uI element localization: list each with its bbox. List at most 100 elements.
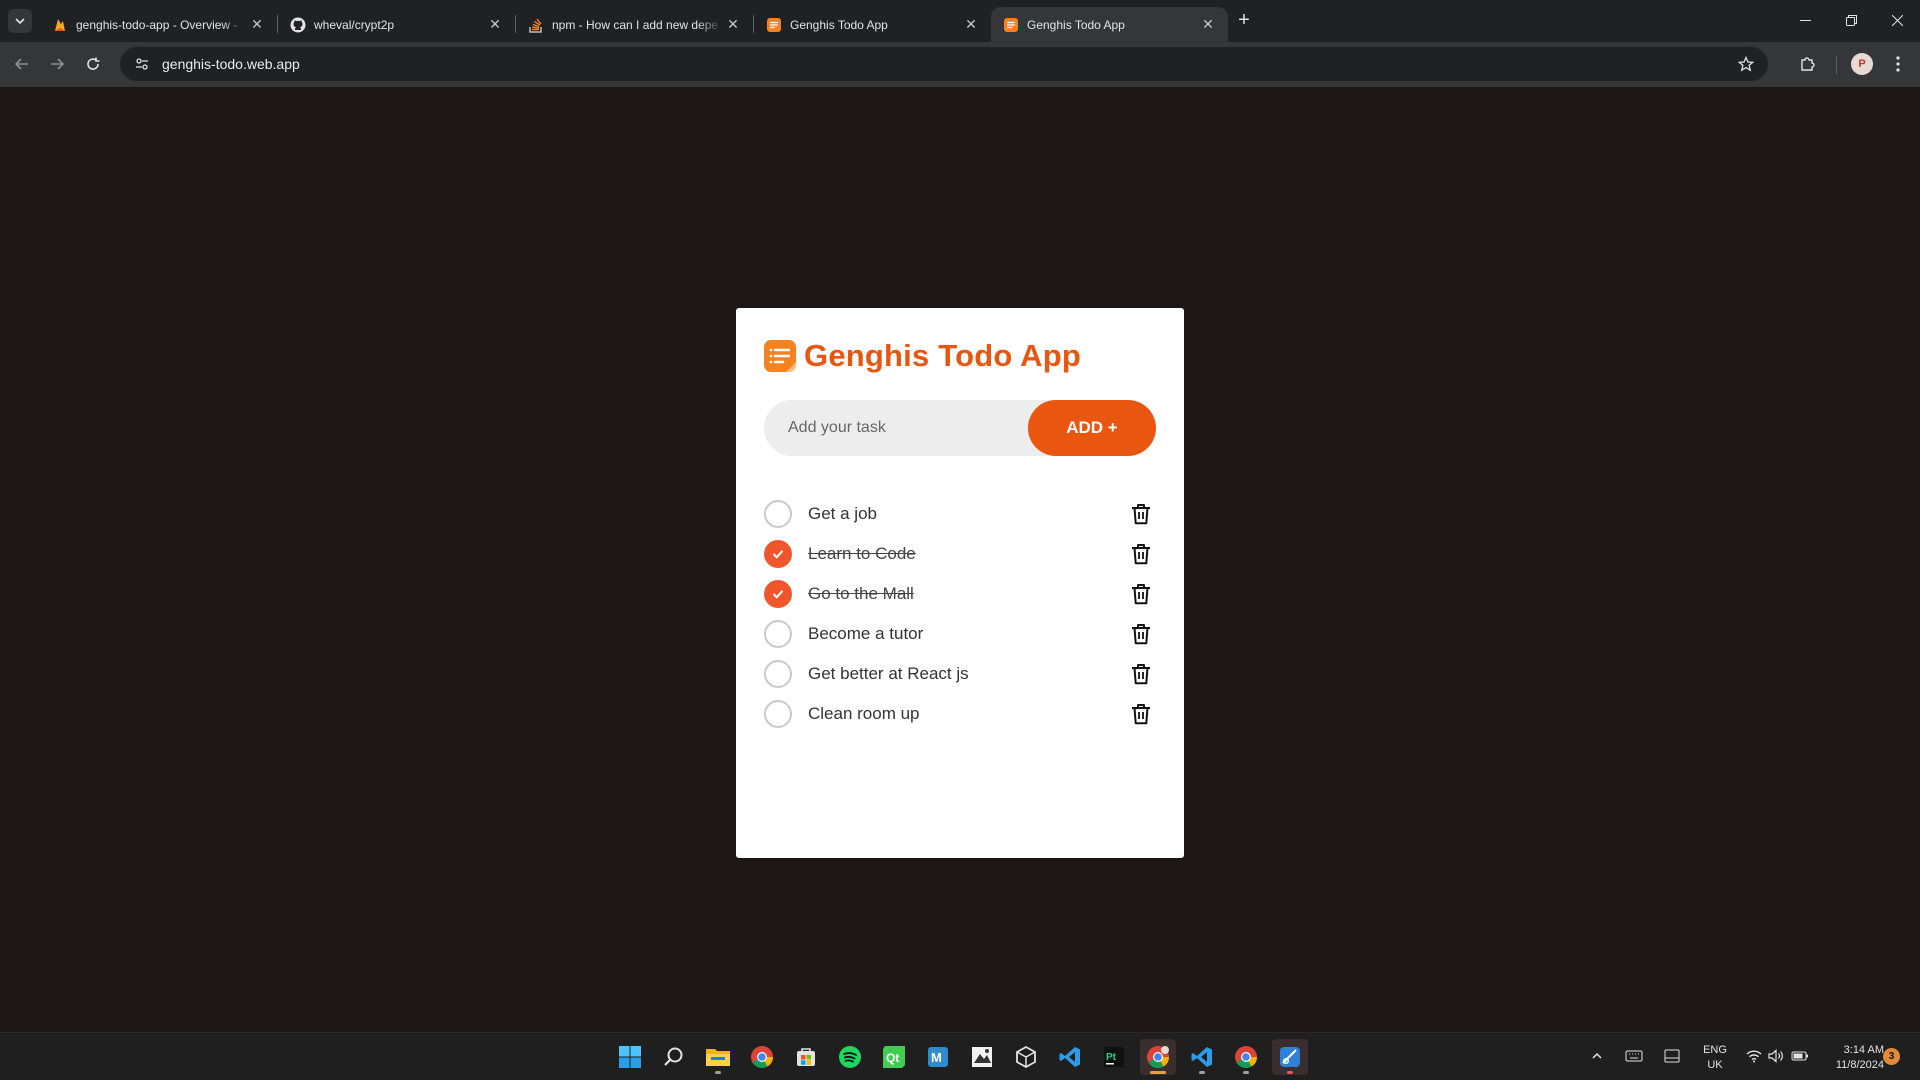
chrome-icon: [1235, 1046, 1257, 1068]
tab-firebase[interactable]: genghis-todo-app - Overview - ✕: [40, 7, 277, 42]
tray-overflow-button[interactable]: [1586, 1045, 1608, 1067]
minimize-button[interactable]: [1782, 0, 1828, 40]
todo-item[interactable]: Get a job: [764, 494, 1156, 534]
tab-todo-app[interactable]: Genghis Todo App ✕: [754, 7, 991, 42]
taskbar-vscode-2[interactable]: [1184, 1039, 1220, 1075]
vscode-icon: [1191, 1047, 1212, 1067]
close-icon[interactable]: ✕: [961, 15, 981, 35]
new-tab-button[interactable]: +: [1232, 8, 1256, 32]
close-icon[interactable]: ✕: [723, 15, 743, 35]
vscode-icon: [1059, 1047, 1080, 1067]
taskbar-unity[interactable]: [1008, 1039, 1044, 1075]
taskbar-chrome-2[interactable]: [1228, 1039, 1264, 1075]
qt-creator-icon: Qt: [883, 1046, 905, 1068]
todo-item[interactable]: Clean room up: [764, 694, 1156, 734]
running-indicator: [715, 1071, 721, 1074]
window-close-button[interactable]: [1874, 0, 1920, 40]
extensions-button[interactable]: [1794, 50, 1822, 78]
menu-button[interactable]: [1884, 50, 1912, 78]
notification-badge[interactable]: 3: [1883, 1048, 1900, 1065]
running-indicator: [1199, 1071, 1205, 1074]
tray-tablet-button[interactable]: [1661, 1045, 1683, 1067]
input-language[interactable]: ENG UK: [1700, 1043, 1730, 1073]
active-indicator: [1150, 1071, 1166, 1074]
tray-battery[interactable]: [1789, 1045, 1811, 1067]
reload-button[interactable]: [79, 50, 107, 78]
close-icon[interactable]: ✕: [485, 15, 505, 35]
checkbox-checked-icon[interactable]: [764, 580, 792, 608]
profile-button[interactable]: P: [1848, 50, 1876, 78]
tray-volume[interactable]: [1765, 1045, 1787, 1067]
close-icon[interactable]: ✕: [247, 15, 267, 35]
tab-stackoverflow[interactable]: npm - How can I add new depe ✕: [516, 7, 753, 42]
taskbar-store[interactable]: [788, 1039, 824, 1075]
todo-app-icon: [766, 17, 782, 33]
tab-title: npm - How can I add new depe: [552, 17, 719, 32]
todo-app-icon: [1003, 17, 1019, 33]
store-icon: [797, 1048, 815, 1066]
pycharm-icon: Pt: [1104, 1047, 1124, 1067]
address-bar[interactable]: genghis-todo.web.app: [120, 47, 1768, 81]
tab-github[interactable]: wheval/crypt2p ✕: [278, 7, 515, 42]
trash-icon[interactable]: [1129, 662, 1153, 686]
todo-text[interactable]: Learn to Code: [808, 544, 1129, 564]
bookmark-star-icon[interactable]: [1736, 54, 1756, 74]
todo-item[interactable]: Become a tutor: [764, 614, 1156, 654]
start-button[interactable]: [612, 1039, 648, 1075]
trash-icon[interactable]: [1129, 622, 1153, 646]
database-app-icon: M: [928, 1047, 948, 1067]
arrow-right-icon: [51, 58, 65, 70]
trash-icon[interactable]: [1129, 702, 1153, 726]
taskbar-mysql[interactable]: M: [920, 1039, 956, 1075]
taskbar-chrome-dev[interactable]: [1140, 1039, 1176, 1075]
taskbar-qt[interactable]: Qt: [876, 1039, 912, 1075]
task-input[interactable]: [764, 400, 1054, 456]
system-clock[interactable]: 3:14 AM 11/8/2024: [1818, 1043, 1884, 1073]
checkbox-unchecked-icon[interactable]: [764, 660, 792, 688]
taskbar-pycharm[interactable]: Pt: [1096, 1039, 1132, 1075]
taskbar-inkscape[interactable]: [964, 1039, 1000, 1075]
forward-button[interactable]: [43, 50, 71, 78]
search-button[interactable]: [656, 1039, 692, 1075]
more-vert-icon: [1896, 56, 1900, 72]
checkbox-unchecked-icon[interactable]: [764, 500, 792, 528]
close-icon[interactable]: ✕: [1198, 15, 1218, 35]
tab-title: Genghis Todo App: [1027, 17, 1125, 32]
todo-text[interactable]: Get better at React js: [808, 664, 1129, 684]
taskbar-file-explorer[interactable]: [700, 1039, 736, 1075]
checkbox-checked-icon[interactable]: [764, 540, 792, 568]
tab-strip: genghis-todo-app - Overview - ✕ wheval/c…: [0, 0, 1920, 42]
todo-text[interactable]: Go to the Mall: [808, 584, 1129, 604]
svg-text:M: M: [931, 1050, 942, 1065]
todo-item[interactable]: Get better at React js: [764, 654, 1156, 694]
add-task-row: ADD +: [764, 400, 1156, 456]
todo-item[interactable]: Learn to Code: [764, 534, 1156, 574]
tab-todo-app-active[interactable]: Genghis Todo App ✕: [991, 7, 1228, 42]
checkbox-unchecked-icon[interactable]: [764, 700, 792, 728]
trash-icon[interactable]: [1129, 542, 1153, 566]
add-button[interactable]: ADD +: [1028, 400, 1156, 456]
tab-search-button[interactable]: [8, 9, 32, 33]
trash-icon[interactable]: [1129, 502, 1153, 526]
checkbox-unchecked-icon[interactable]: [764, 620, 792, 648]
battery-charging-icon: [1791, 1051, 1808, 1061]
restore-button[interactable]: [1828, 0, 1874, 40]
todo-text[interactable]: Clean room up: [808, 704, 1129, 724]
tray-wifi[interactable]: [1743, 1045, 1765, 1067]
trash-icon[interactable]: [1129, 582, 1153, 606]
taskbar-chrome[interactable]: [744, 1039, 780, 1075]
taskbar-vscode[interactable]: [1052, 1039, 1088, 1075]
site-settings-icon[interactable]: [132, 54, 152, 74]
tablet-mode-icon: [1664, 1049, 1680, 1063]
taskbar-snipping-tool[interactable]: [1272, 1039, 1308, 1075]
back-button[interactable]: [8, 50, 36, 78]
running-indicator: [1287, 1071, 1293, 1074]
folder-icon: [706, 1049, 730, 1066]
todo-text[interactable]: Get a job: [808, 504, 1129, 524]
taskbar-spotify[interactable]: [832, 1039, 868, 1075]
todo-text[interactable]: Become a tutor: [808, 624, 1129, 644]
tray-keyboard-button[interactable]: [1623, 1045, 1645, 1067]
github-icon: [290, 17, 306, 33]
todo-item[interactable]: Go to the Mall: [764, 574, 1156, 614]
puzzle-icon: [1801, 57, 1815, 71]
